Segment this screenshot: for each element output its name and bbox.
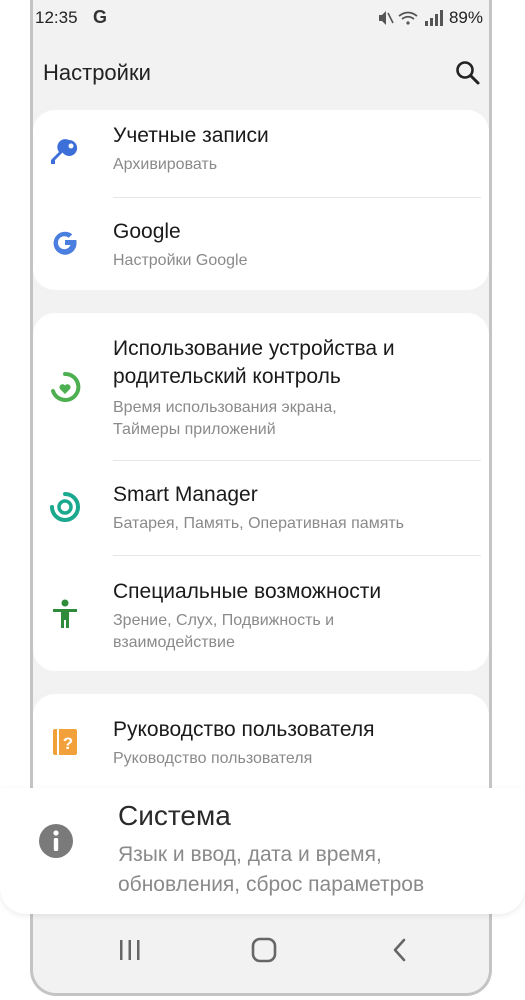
page-title: Настройки bbox=[43, 60, 151, 85]
title-line-2: родительский контроль bbox=[113, 365, 341, 388]
subtitle-line-1: Время использования экрана, bbox=[113, 399, 337, 416]
search-icon[interactable] bbox=[453, 58, 483, 88]
item-title: Учетные записи bbox=[113, 124, 269, 147]
item-title: Система bbox=[118, 800, 231, 831]
title-line-1: Использование устройства и bbox=[113, 337, 395, 360]
wifi-icon bbox=[398, 11, 418, 25]
settings-item-user-manual[interactable]: ? Руководство пользователя Руководство п… bbox=[33, 694, 489, 784]
item-title: Использование устройства и родительский … bbox=[113, 335, 459, 391]
google-notification-icon: G bbox=[93, 7, 108, 27]
subtitle-line-2: Таймеры приложений bbox=[113, 421, 276, 438]
item-title: Smart Manager bbox=[113, 483, 258, 506]
svg-text:?: ? bbox=[63, 734, 73, 753]
back-icon[interactable] bbox=[385, 935, 415, 965]
settings-item-accounts[interactable]: Учетные записи Архивировать bbox=[33, 110, 489, 198]
key-icon bbox=[51, 139, 78, 164]
accessibility-icon bbox=[53, 599, 77, 628]
info-icon bbox=[39, 824, 73, 858]
item-subtitle: Архивировать bbox=[113, 156, 218, 173]
app-bar: Настройки bbox=[33, 50, 489, 96]
item-subtitle: Руководство пользователя bbox=[113, 750, 313, 767]
item-subtitle: Зрение, Слух, Подвижность и взаимодейств… bbox=[113, 610, 459, 654]
item-title: Руководство пользователя bbox=[113, 718, 375, 741]
settings-item-accessibility[interactable]: Специальные возможности Зрение, Слух, По… bbox=[33, 556, 489, 671]
item-title: Google bbox=[113, 220, 181, 243]
item-subtitle: Язык и ввод, дата и время, обновления, с… bbox=[118, 840, 424, 900]
user-manual-icon: ? bbox=[53, 729, 77, 755]
item-subtitle: Время использования экрана, Таймеры прил… bbox=[113, 397, 459, 441]
digital-wellbeing-icon bbox=[51, 371, 81, 402]
mute-icon bbox=[379, 11, 394, 25]
subtitle-line-1: Язык и ввод, дата и время, bbox=[118, 843, 382, 866]
status-icons bbox=[379, 10, 443, 26]
item-title: Специальные возможности bbox=[113, 580, 382, 603]
google-icon bbox=[53, 231, 77, 255]
status-bar: 12:35 G 89% bbox=[33, 0, 489, 36]
home-icon[interactable] bbox=[249, 935, 279, 965]
navigation-bar bbox=[33, 913, 489, 993]
subtitle-line-2: взаимодействие bbox=[113, 634, 235, 651]
subtitle-line-1: Зрение, Слух, Подвижность и bbox=[113, 612, 335, 629]
settings-item-digital-wellbeing[interactable]: Использование устройства и родительский … bbox=[33, 313, 489, 460]
settings-card-accounts: Учетные записи Архивировать Google Настр… bbox=[33, 110, 489, 290]
battery-percent: 89% bbox=[448, 8, 483, 27]
settings-card-device: Использование устройства и родительский … bbox=[33, 313, 489, 671]
smart-manager-icon bbox=[50, 492, 80, 522]
settings-item-system[interactable]: Система Язык и ввод, дата и время, обнов… bbox=[0, 788, 525, 914]
recent-apps-icon[interactable] bbox=[117, 937, 143, 963]
item-subtitle: Батарея, Память, Оперативная память bbox=[113, 515, 405, 532]
settings-item-google[interactable]: Google Настройки Google bbox=[33, 198, 489, 290]
status-time: 12:35 bbox=[35, 8, 78, 27]
settings-item-smart-manager[interactable]: Smart Manager Батарея, Память, Оперативн… bbox=[33, 461, 489, 555]
item-subtitle: Настройки Google bbox=[113, 252, 248, 269]
subtitle-line-2: обновления, сброс параметров bbox=[118, 873, 425, 896]
signal-icon bbox=[425, 10, 443, 26]
